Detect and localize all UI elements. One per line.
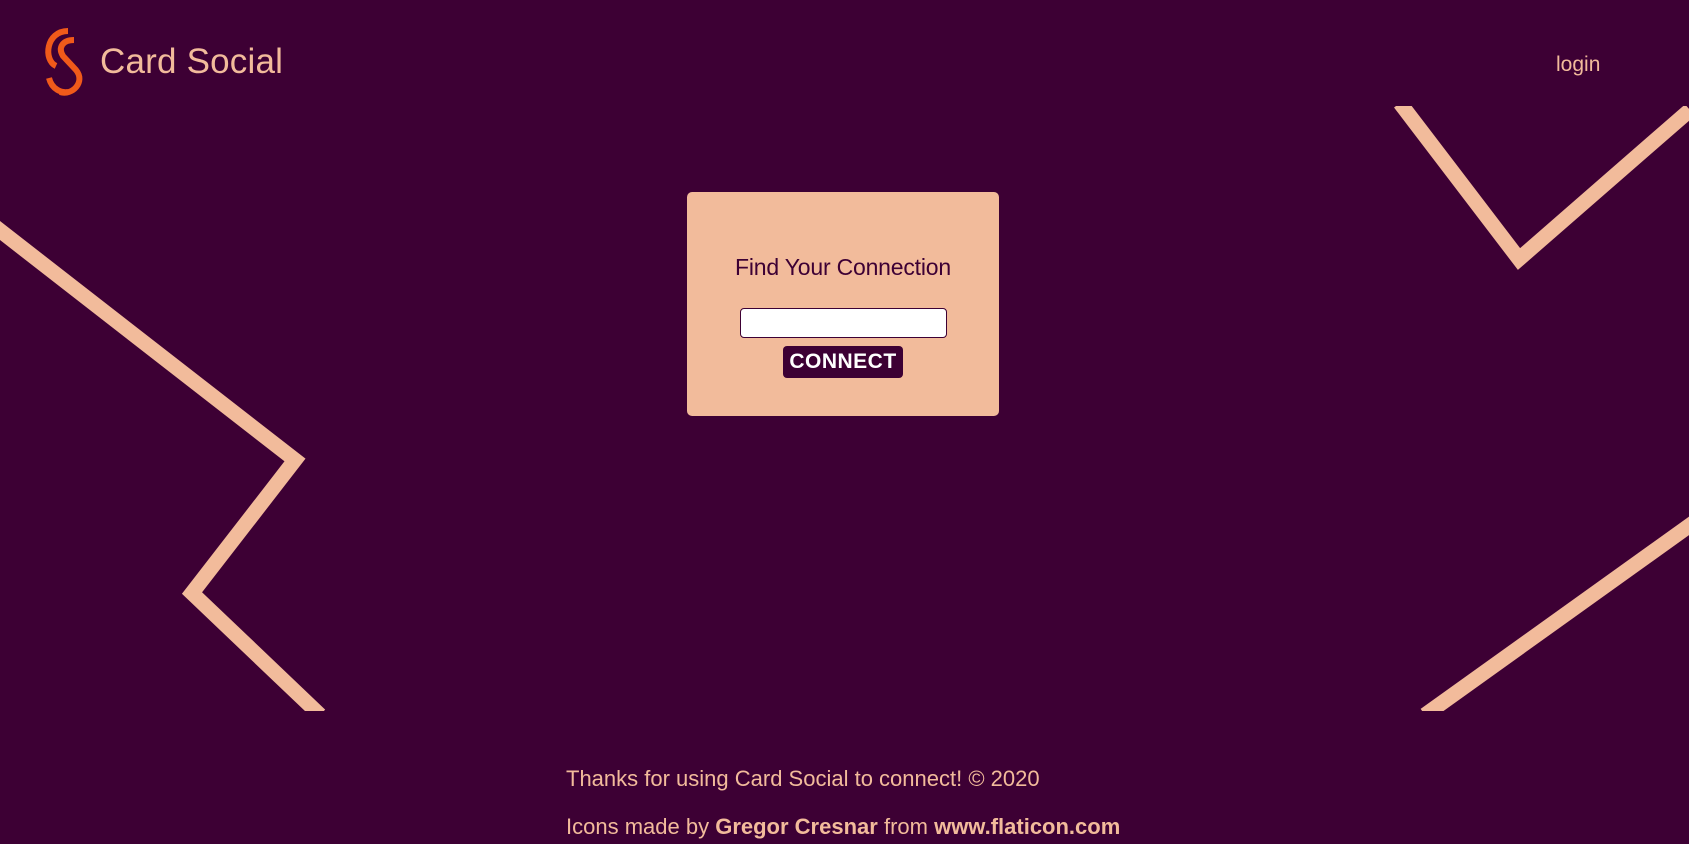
- author-link[interactable]: Gregor Cresnar: [715, 814, 878, 839]
- credit-middle: from: [883, 814, 928, 839]
- flaticon-link[interactable]: www.flaticon.com: [934, 814, 1120, 839]
- connection-input[interactable]: [739, 308, 947, 338]
- background-decoration: [0, 0, 1689, 844]
- cs-logo-icon: [45, 28, 83, 96]
- connect-button[interactable]: CONNECT: [783, 346, 903, 378]
- top-right-v-line: [1394, 98, 1689, 270]
- footer: Thanks for using Card Social to connect!…: [566, 766, 1120, 840]
- logo-link[interactable]: Card Social: [38, 26, 283, 98]
- footer-credits: Icons made by Gregor Cresnar from www.fl…: [566, 814, 1120, 840]
- card-title: Find Your Connection: [735, 254, 951, 280]
- credit-prefix: Icons made by: [566, 814, 710, 839]
- login-link[interactable]: login: [1556, 53, 1600, 77]
- connection-card: Find Your Connection CONNECT: [687, 192, 999, 416]
- footer-thanks-text: Thanks for using Card Social to connect!…: [566, 766, 1040, 791]
- logo-text: Card Social: [100, 42, 284, 81]
- left-zigzag-line: [0, 221, 326, 721]
- bottom-right-diagonal-line: [1420, 516, 1689, 722]
